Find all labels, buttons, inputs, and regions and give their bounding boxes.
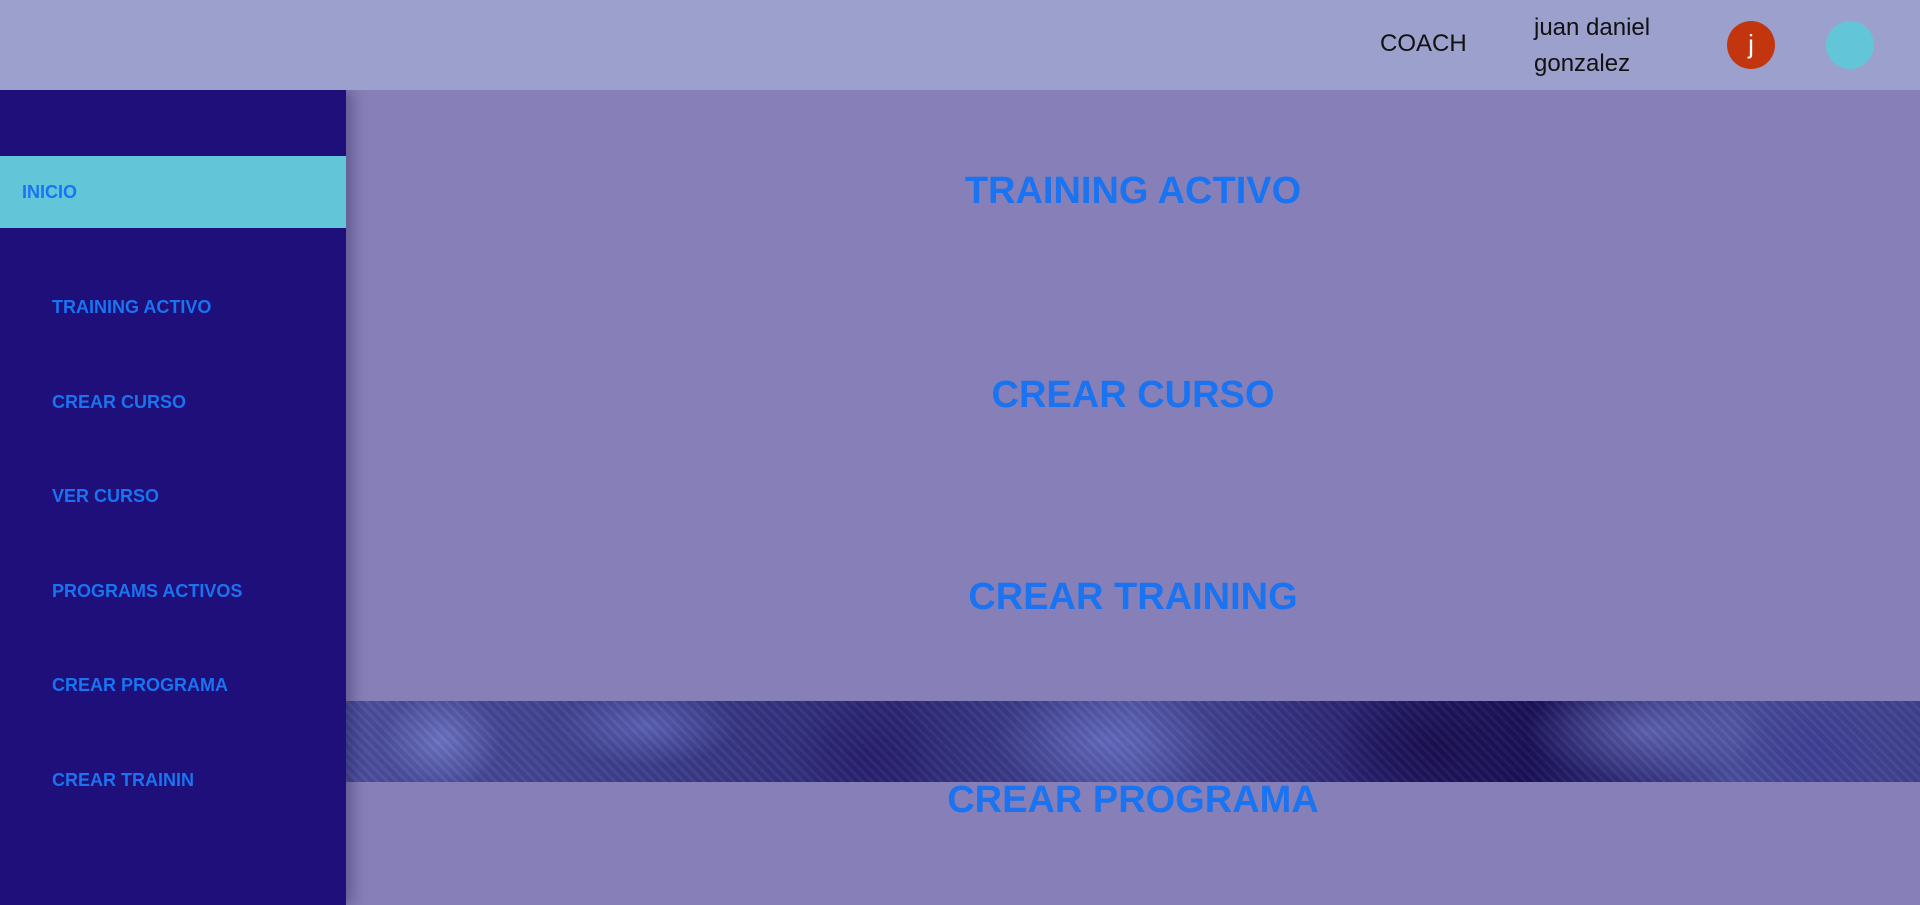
sidebar-item-ver-curso[interactable]: VER CURSO bbox=[52, 486, 159, 507]
sidebar-item-training-activo[interactable]: TRAINING ACTIVO bbox=[52, 297, 211, 318]
section-crear-training[interactable]: CREAR TRAINING bbox=[346, 576, 1920, 619]
top-header: COACH juan daniel gonzalez j bbox=[0, 0, 1920, 90]
banner-image bbox=[346, 701, 1920, 782]
main-content: TRAINING ACTIVO CREAR CURSO CREAR TRAINI… bbox=[346, 90, 1920, 905]
sidebar-item-programs-activos[interactable]: PROGRAMS ACTIVOS bbox=[52, 581, 242, 602]
user-name[interactable]: juan daniel gonzalez bbox=[1534, 10, 1674, 82]
avatar-initial: j bbox=[1748, 29, 1754, 59]
role-label: COACH bbox=[1380, 30, 1467, 57]
sidebar-item-crear-programa[interactable]: CREAR PROGRAMA bbox=[52, 675, 228, 696]
user-avatar[interactable]: j bbox=[1727, 21, 1775, 69]
sidebar: INICIO TRAINING ACTIVO CREAR CURSO VER C… bbox=[0, 90, 346, 905]
sidebar-item-crear-curso[interactable]: CREAR CURSO bbox=[52, 392, 186, 413]
sidebar-item-label: INICIO bbox=[22, 182, 78, 202]
sidebar-item-crear-trainin[interactable]: CREAR TRAININ bbox=[52, 770, 194, 791]
section-crear-curso[interactable]: CREAR CURSO bbox=[346, 374, 1920, 417]
sidebar-item-inicio[interactable]: INICIO bbox=[0, 156, 346, 228]
section-training-activo[interactable]: TRAINING ACTIVO bbox=[346, 170, 1920, 213]
section-crear-programa[interactable]: CREAR PROGRAMA bbox=[346, 779, 1920, 822]
status-indicator[interactable] bbox=[1826, 21, 1874, 69]
